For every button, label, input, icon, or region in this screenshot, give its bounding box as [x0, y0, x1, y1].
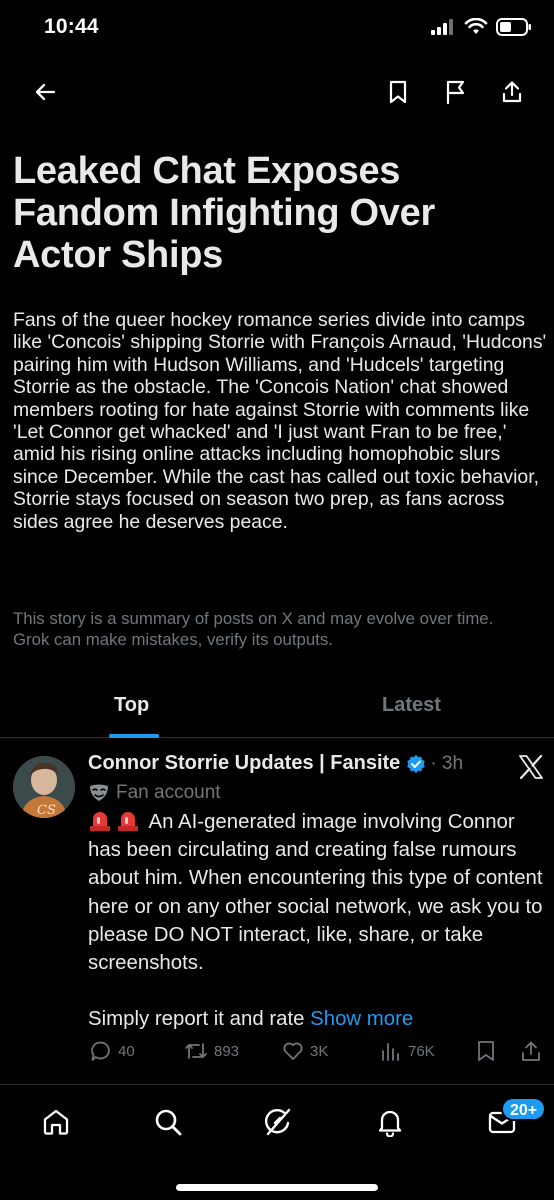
report-button[interactable] [439, 76, 471, 108]
post-bookmark-button[interactable] [476, 1040, 496, 1062]
bookmark-icon [389, 80, 407, 104]
active-tab-indicator [109, 734, 159, 738]
back-button[interactable] [29, 76, 61, 108]
tab-top[interactable]: Top [114, 694, 149, 717]
author-name[interactable]: Connor Storrie Updates | Fansite [88, 752, 400, 775]
notifications-icon [378, 1110, 402, 1137]
avatar-image: CS [13, 756, 75, 818]
verified-badge-icon [406, 754, 426, 774]
repost-icon [185, 1043, 207, 1059]
views-icon [382, 1043, 399, 1061]
grok-disclaimer: This story is a summary of posts on X an… [13, 609, 494, 649]
reply-icon [91, 1041, 110, 1061]
post-text: An AI-generated image involving Connor h… [88, 811, 543, 975]
share-button[interactable] [496, 76, 528, 108]
top-nav [0, 70, 554, 114]
avatar[interactable]: CS [13, 756, 75, 818]
reply-button[interactable]: 40 [90, 1040, 135, 1062]
status-bar: 10:44 [0, 0, 554, 56]
grok-icon [265, 1108, 291, 1136]
search-icon [155, 1109, 182, 1136]
post-text-continued: Simply report it and rate [88, 1008, 305, 1031]
post-time-value: 3h [441, 752, 464, 774]
x-logo-icon [518, 754, 544, 785]
back-arrow-icon [35, 83, 56, 101]
feed-tabs: Top Latest [0, 680, 554, 738]
siren-icon [118, 812, 138, 831]
post[interactable]: CS Connor Storrie Updates | Fansite · 3h… [0, 740, 554, 1085]
home-icon [43, 1109, 69, 1135]
article-summary: Fans of the queer hockey romance series … [13, 309, 547, 533]
article-headline: Leaked Chat Exposes Fandom Infighting Ov… [13, 150, 435, 276]
bookmark-button[interactable] [382, 76, 414, 108]
post-header: Connor Storrie Updates | Fansite · 3h [88, 752, 463, 775]
home-indicator [176, 1184, 378, 1191]
like-count: 3K [310, 1042, 329, 1060]
view-count: 76K [408, 1042, 435, 1060]
nav-home[interactable] [36, 1102, 76, 1142]
account-label: Fan account [88, 782, 221, 804]
mask-icon [90, 784, 108, 801]
post-share-button[interactable] [520, 1040, 542, 1062]
nav-notifications[interactable] [370, 1102, 410, 1142]
post-actions: 40 893 3K 76K [88, 1040, 548, 1066]
bookmark-icon [478, 1041, 494, 1061]
show-more-link[interactable]: Show more [310, 1008, 413, 1030]
views-button[interactable]: 76K [380, 1040, 435, 1062]
siren-icon [90, 812, 110, 831]
share-icon [522, 1041, 540, 1061]
flag-icon [446, 80, 465, 104]
signal-icon [431, 19, 453, 35]
account-label-text: Fan account [116, 782, 221, 803]
reply-count: 40 [118, 1042, 135, 1060]
post-body: An AI-generated image involving Connor h… [88, 808, 548, 1033]
like-button[interactable]: 3K [282, 1040, 328, 1062]
repost-count: 893 [214, 1042, 240, 1060]
status-icons [430, 18, 532, 36]
wifi-icon [464, 18, 488, 34]
nav-search[interactable] [148, 1102, 188, 1142]
share-icon [502, 81, 522, 103]
svg-text:CS: CS [37, 803, 56, 818]
post-time: · 3h [430, 752, 464, 774]
like-icon [283, 1042, 303, 1060]
nav-grok[interactable] [259, 1102, 299, 1142]
tab-latest[interactable]: Latest [382, 694, 441, 717]
battery-icon [496, 18, 531, 36]
messages-badge: 20+ [501, 1097, 547, 1121]
repost-button[interactable]: 893 [184, 1040, 239, 1062]
status-time: 10:44 [44, 15, 99, 38]
